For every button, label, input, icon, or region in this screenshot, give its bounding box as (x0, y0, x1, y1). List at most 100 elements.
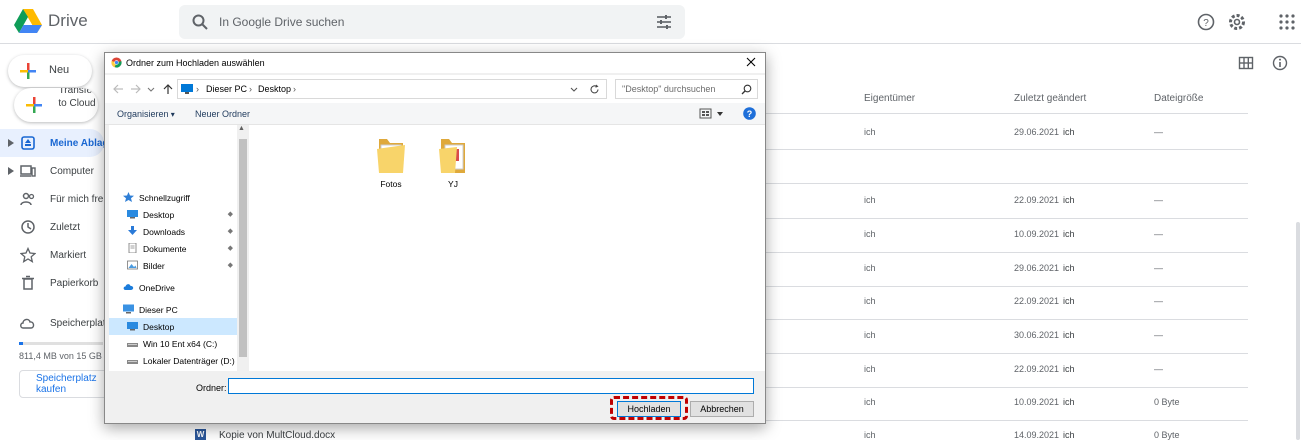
owner-cell: ich (864, 430, 876, 440)
folder-label: Fotos (380, 179, 402, 189)
modified-date-cell: 10.09.2021 (1014, 229, 1060, 239)
pin-icon[interactable]: ◆ (228, 244, 233, 252)
owner-cell: ich (864, 330, 876, 340)
svg-text:?: ? (1203, 18, 1209, 29)
tree-item[interactable]: Dokumente ◆ (109, 240, 237, 257)
dialog-titlebar[interactable]: Ordner zum Hochladen auswählen (105, 53, 765, 73)
file-name[interactable]: Kopie von MultCloud.docx (219, 430, 335, 440)
search-input[interactable]: In Google Drive suchen (219, 15, 344, 29)
tree-item[interactable]: Dieser PC (109, 301, 237, 318)
modified-date-cell: 29.06.2021 (1014, 127, 1060, 137)
folder-upload-dialog: Ordner zum Hochladen auswählen › Dieser … (104, 52, 766, 424)
sidebar-item-computer[interactable]: Computer (0, 157, 104, 185)
tree-item[interactable]: Lokaler Datenträger (D:) (109, 352, 237, 369)
breadcrumb-item[interactable]: Desktop (258, 84, 291, 94)
up-arrow-icon[interactable] (163, 84, 173, 94)
tree-scrollbar-thumb[interactable] (239, 139, 247, 357)
forward-arrow-icon[interactable] (131, 84, 141, 94)
pin-icon[interactable]: ◆ (228, 261, 233, 269)
modified-by-cell: ich (1063, 296, 1075, 306)
sidebar-item-my-drive[interactable]: Meine Ablage (0, 129, 114, 157)
folder-content-area[interactable]: Fotos YJ (249, 125, 765, 371)
new-button-label: Neu (49, 64, 70, 76)
size-cell: 0 Byte (1154, 397, 1180, 407)
info-icon[interactable] (1272, 55, 1288, 71)
drive-logo-icon[interactable] (14, 8, 42, 34)
document-icon (127, 242, 138, 254)
image-icon (127, 260, 138, 270)
folder-item-yj[interactable]: YJ (429, 135, 477, 189)
address-bar[interactable]: › Dieser PC › Desktop › (177, 79, 607, 99)
page-scrollbar[interactable] (1296, 222, 1300, 440)
search-options-icon[interactable] (655, 13, 673, 31)
modified-by-cell: ich (1063, 263, 1075, 273)
tree-item-label: Lokaler Datenträger (D:) (143, 356, 235, 366)
organize-button[interactable]: Organisieren (117, 109, 175, 119)
pin-icon[interactable]: ◆ (228, 210, 233, 218)
chevron-down-icon[interactable] (570, 86, 578, 94)
pin-icon[interactable]: ◆ (228, 227, 233, 235)
transfer-to-cloud-button[interactable]: Transfer to Cloud (14, 88, 98, 122)
trash-icon (22, 275, 34, 290)
modified-date-cell: 22.09.2021 (1014, 195, 1060, 205)
recent-dropdown-icon[interactable] (147, 84, 155, 94)
sidebar-item-starred[interactable]: Markiert (0, 241, 104, 269)
cancel-button[interactable]: Abbrechen (690, 401, 754, 417)
help-icon[interactable]: ? (743, 107, 756, 120)
back-arrow-icon[interactable] (113, 84, 123, 94)
modified-date-cell: 29.06.2021 (1014, 263, 1060, 273)
tree-item[interactable]: Bilder ◆ (109, 257, 237, 274)
column-header-modified[interactable]: Zuletzt geändert (1014, 93, 1086, 104)
tree-item[interactable]: OneDrive (109, 279, 237, 296)
upload-button[interactable]: Hochladen (617, 401, 681, 417)
caret-right-icon[interactable] (8, 167, 14, 175)
brand-name[interactable]: Drive (48, 11, 88, 31)
storage-label[interactable]: Speicherplatz (50, 318, 111, 329)
chrome-icon (111, 57, 122, 68)
close-icon[interactable] (745, 56, 757, 68)
sidebar-item-label: Markiert (50, 250, 87, 261)
caret-right-icon[interactable] (8, 139, 14, 147)
breadcrumb-item[interactable]: Dieser PC (206, 84, 247, 94)
size-cell: — (1154, 127, 1163, 137)
dialog-search-input[interactable]: "Desktop" durchsuchen (615, 79, 758, 99)
settings-gear-icon[interactable] (1227, 12, 1247, 32)
tree-item[interactable]: Schnellzugriff (109, 189, 237, 206)
tree-item[interactable]: Desktop (109, 318, 237, 335)
sidebar-item-label: Papierkorb (50, 278, 99, 289)
tree-item-label: Dokumente (143, 244, 187, 254)
folder-item-fotos[interactable]: Fotos (367, 135, 415, 189)
owner-cell: ich (864, 229, 876, 239)
tree-scrollbar[interactable]: ▲ (237, 125, 248, 371)
sidebar-item-label: Zuletzt (50, 222, 81, 233)
storage-progress-fill (19, 342, 24, 345)
tree-item-label: Downloads (143, 227, 186, 237)
tree-item[interactable]: Win 10 Ent x64 (C:) (109, 335, 237, 352)
search-icon[interactable] (191, 13, 209, 31)
help-icon[interactable]: ? (1196, 12, 1216, 32)
navigation-tree[interactable]: Schnellzugriff Desktop ◆ Downloads ◆ Dokument… (109, 125, 237, 371)
sidebar-item-recent[interactable]: Zuletzt (0, 213, 104, 241)
modified-by-cell: ich (1063, 364, 1075, 374)
new-folder-button[interactable]: Neuer Ordner (195, 109, 250, 119)
tree-item[interactable]: Downloads ◆ (109, 223, 237, 240)
buy-storage-button[interactable]: Speicherplatz kaufen (19, 370, 111, 398)
column-header-size[interactable]: Dateigröße (1154, 93, 1203, 104)
folder-name-input[interactable] (228, 378, 754, 394)
view-options-icon[interactable] (699, 108, 727, 120)
sidebar-item-trash[interactable]: Papierkorb (0, 269, 104, 297)
new-button[interactable]: Neu (8, 55, 92, 87)
apps-grid-icon[interactable] (1277, 12, 1297, 32)
refresh-icon[interactable] (589, 84, 600, 95)
modified-by-cell: ich (1063, 229, 1075, 239)
sidebar-item-shared[interactable]: Für mich freigegeben (0, 185, 145, 213)
search-icon[interactable] (741, 84, 752, 95)
scroll-up-icon[interactable]: ▲ (238, 125, 245, 132)
folder-label: YJ (448, 179, 458, 189)
column-header-owner[interactable]: Eigentümer (864, 93, 915, 104)
pc-icon (123, 304, 134, 314)
modified-date-cell: 14.09.2021 (1014, 430, 1060, 440)
search-bar[interactable]: In Google Drive suchen (179, 5, 685, 39)
tree-item[interactable]: Desktop ◆ (109, 206, 237, 223)
grid-view-icon[interactable] (1238, 55, 1254, 71)
